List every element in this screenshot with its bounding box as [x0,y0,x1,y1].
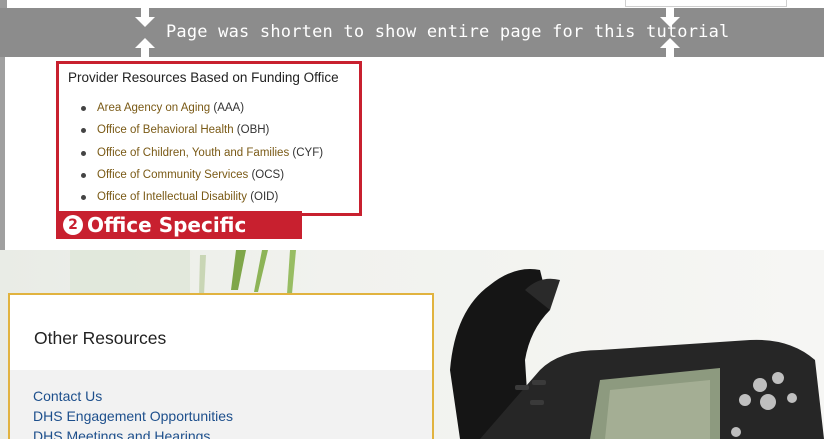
other-resources-card: Other Resources Contact Us DHS Engagemen… [8,293,434,439]
desk-phone-image [450,269,824,439]
list-item: Office of Community Services (OCS) [81,169,323,191]
page-left-border [0,57,5,250]
banner-text: Page was shorten to show entire page for… [166,22,730,42]
double-arrow-vertical-icon [135,8,155,57]
other-resources-heading: Other Resources [34,328,167,348]
bullet [81,172,86,178]
office-abbr: (AAA) [210,102,245,114]
office-abbr: (CYF) [289,146,324,159]
link-dhs-engagement-opportunities[interactable]: DHS Engagement Opportunities [33,408,233,424]
office-abbr: (OID) [247,191,279,204]
search-box-remnant [625,0,787,7]
other-resources-section: Other Resources Contact Us DHS Engagemen… [0,250,824,439]
office-specific-callout: 2 Office Specific [56,211,302,239]
bullet [81,106,86,111]
bullet [81,150,86,156]
link-area-agency-on-aging[interactable]: Area Agency on Aging [97,102,210,114]
tutorial-banner: Page was shorten to show entire page for… [0,8,824,57]
link-contact-us[interactable]: Contact Us [33,388,102,404]
link-office-of-behavioral-health[interactable]: Office of Behavioral Health [97,124,234,136]
callout-number-badge: 2 [63,215,83,235]
link-dhs-meetings-and-hearings[interactable]: DHS Meetings and Hearings [33,428,210,439]
link-office-of-community-services[interactable]: Office of Community Services [97,169,248,181]
double-arrow-vertical-icon [660,8,680,57]
bullet [81,195,86,201]
office-abbr: (OBH) [233,124,270,137]
list-item: Office of Children, Youth and Families (… [81,147,323,169]
provider-resources-box: Provider Resources Based on Funding Offi… [56,61,362,216]
provider-resources-list: Area Agency on Aging (AAA) Office of Beh… [81,102,323,213]
other-resources-links: Contact Us DHS Engagement Opportunities … [10,370,432,439]
top-strip [0,0,824,8]
provider-resources-title: Provider Resources Based on Funding Offi… [68,70,339,85]
link-office-of-children-youth-families[interactable]: Office of Children, Youth and Families [97,147,289,159]
link-office-of-intellectual-disability[interactable]: Office of Intellectual Disability [97,191,247,203]
list-item: Office of Behavioral Health (OBH) [81,124,323,146]
page-edge [0,0,7,8]
callout-label: Office Specific [87,213,247,237]
list-item: Area Agency on Aging (AAA) [81,102,323,124]
office-abbr: (OCS) [248,168,285,181]
bullet [81,128,86,134]
